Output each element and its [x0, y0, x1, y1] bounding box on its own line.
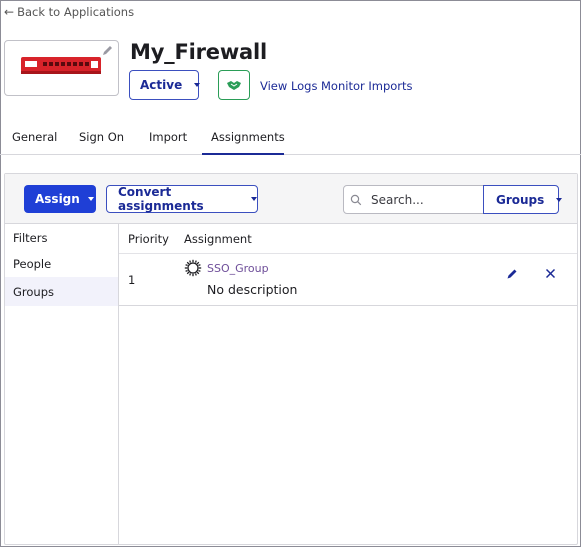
table-header: Priority Assignment [119, 224, 577, 254]
tab-sign-on[interactable]: Sign On [79, 130, 124, 144]
filter-people[interactable]: People [5, 249, 118, 278]
back-to-applications-link[interactable]: ← Back to Applications [4, 5, 134, 19]
pencil-icon[interactable] [505, 267, 519, 281]
filter-label: Groups [13, 284, 55, 299]
filter-groups[interactable]: Groups [5, 277, 118, 306]
assign-button-label: Assign [35, 192, 80, 206]
group-icon [184, 259, 202, 277]
app-title: My_Firewall [130, 40, 267, 64]
convert-button-label: Convert assignments [118, 185, 204, 213]
chevron-down-icon [251, 197, 257, 201]
chevron-down-icon [194, 83, 201, 87]
status-label: Active [140, 78, 183, 92]
assignments-panel: Assign Convert assignments Groups Filter… [4, 173, 578, 545]
monitor-imports-link[interactable]: Monitor Imports [321, 79, 413, 93]
search-input[interactable] [371, 192, 471, 207]
chevron-down-icon [556, 197, 563, 202]
search-scope-dropdown[interactable]: Groups [483, 185, 563, 214]
firewall-device-image [21, 57, 101, 74]
pencil-icon[interactable] [100, 44, 114, 58]
column-header-assignment: Assignment [184, 232, 252, 246]
handshake-icon [227, 81, 241, 90]
filters-title: Filters [13, 231, 48, 245]
row-priority: 1 [128, 273, 136, 287]
search-icon [350, 194, 362, 205]
push-groups-button[interactable] [218, 70, 250, 100]
view-logs-link[interactable]: View Logs [260, 79, 317, 93]
left-arrow-icon: ← [4, 5, 15, 19]
filters-sidebar: Filters People Groups [5, 224, 119, 544]
chevron-down-icon [87, 197, 94, 201]
search-box [343, 185, 485, 214]
active-tab-indicator [202, 153, 284, 155]
assignments-toolbar: Assign Convert assignments Groups [5, 174, 577, 224]
column-header-priority: Priority [128, 232, 169, 246]
group-description: No description [207, 282, 298, 297]
table-row: 1 SSO_Group No description [119, 254, 577, 306]
tab-assignments[interactable]: Assignments [211, 130, 285, 144]
back-link-label: Back to Applications [17, 5, 135, 19]
status-dropdown[interactable]: Active [129, 70, 201, 100]
convert-assignments-button[interactable]: Convert assignments [106, 185, 258, 213]
tab-bar: General Sign On Import Assignments [0, 124, 581, 155]
group-name-link[interactable]: SSO_Group [207, 262, 269, 275]
tab-general[interactable]: General [12, 130, 57, 144]
tab-import[interactable]: Import [149, 130, 187, 144]
close-icon[interactable] [545, 268, 556, 279]
filter-label: People [13, 256, 52, 271]
search-scope-label: Groups [496, 192, 545, 207]
app-logo [4, 40, 119, 96]
assign-button[interactable]: Assign [24, 185, 96, 213]
